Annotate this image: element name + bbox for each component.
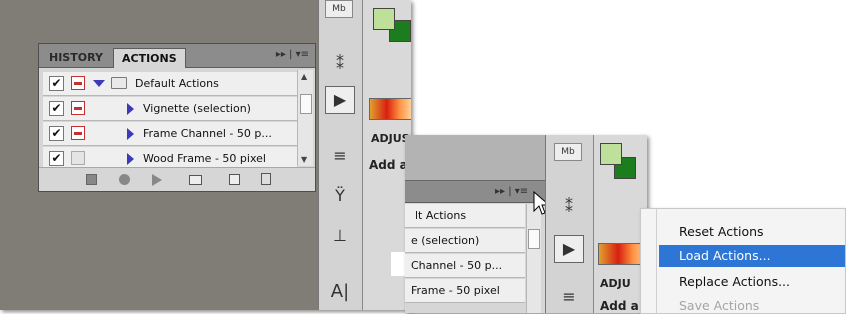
right-panel-area-crop: ADJU Add a xyxy=(593,135,647,313)
scroll-down-arrow-icon[interactable]: ▼ xyxy=(301,155,307,164)
menu-gutter-divider xyxy=(656,209,657,313)
panel-scrollbar[interactable]: ▲ ▼ xyxy=(297,70,313,166)
foreground-color-swatch[interactable] xyxy=(600,143,622,165)
foreground-color-swatch[interactable] xyxy=(373,8,395,30)
tab-history[interactable]: HISTORY xyxy=(41,48,111,68)
adjustments-tab-label[interactable]: ADJUS xyxy=(371,132,410,145)
new-action-icon[interactable] xyxy=(229,174,240,185)
action-label: Frame - 50 pixel xyxy=(411,284,500,297)
action-label: Frame Channel - 50 p... xyxy=(143,127,272,140)
clone-source-icon[interactable]: Ÿ xyxy=(325,182,355,210)
action-row[interactable]: ✔ Frame Channel - 50 p... xyxy=(43,122,297,146)
action-row[interactable]: Channel - 50 p... xyxy=(405,254,525,278)
action-label: e (selection) xyxy=(411,234,480,247)
new-set-icon[interactable] xyxy=(189,175,202,185)
dialog-toggle-icon[interactable] xyxy=(71,101,85,115)
scrollbar-thumb[interactable] xyxy=(528,229,540,249)
panel-flyout-menu: Reset Actions Load Actions... Replace Ac… xyxy=(640,208,846,314)
stop-icon[interactable] xyxy=(86,174,97,185)
mini-bridge-icon[interactable]: Mb xyxy=(325,0,353,18)
panel-tab-bar-crop: ▸▸ | ▾≡ xyxy=(405,181,545,203)
panel-tab-bar: HISTORY ACTIONS ▸▸ | ▾≡ xyxy=(39,44,315,68)
panel-dock-strip: Mb ⁑ ▶ ≡ Ÿ ⊥ A| xyxy=(318,0,362,310)
panel-footer xyxy=(39,167,315,191)
add-adjustment-label: Add a xyxy=(600,299,639,313)
history-panel-icon[interactable]: ⁑ xyxy=(325,50,355,78)
action-set-row[interactable]: lt Actions xyxy=(405,204,525,228)
action-label: Vignette (selection) xyxy=(143,102,251,115)
expand-triangle-icon[interactable] xyxy=(127,128,134,140)
tool-presets-icon[interactable]: ⊥ xyxy=(325,222,355,250)
panel-menu-zoom-screenshot: ▸▸ | ▾≡ lt Actions e (selection) Channel… xyxy=(405,135,647,313)
tab-actions[interactable]: ACTIONS xyxy=(113,48,186,68)
panel-menu-button[interactable]: ▸▸ | ▾≡ xyxy=(276,49,309,60)
toggle-item-checkbox[interactable]: ✔ xyxy=(49,151,64,166)
trash-icon[interactable] xyxy=(261,173,271,185)
dialog-toggle-icon[interactable] xyxy=(71,126,85,140)
actions-panel-crop: ▸▸ | ▾≡ lt Actions e (selection) Channel… xyxy=(405,180,545,313)
brush-presets-icon[interactable]: ≡ xyxy=(554,283,584,311)
action-row[interactable]: e (selection) xyxy=(405,229,525,253)
action-row[interactable]: ✔ Vignette (selection) xyxy=(43,97,297,121)
menu-item-load-actions[interactable]: Load Actions... xyxy=(659,245,845,267)
panel-dock-strip-crop: Mb ⁑ ▶ ≡ xyxy=(545,135,593,313)
action-set-label: Default Actions xyxy=(135,77,219,90)
action-label: Channel - 50 p... xyxy=(411,259,503,272)
gradient-preview[interactable] xyxy=(369,98,411,120)
panel-scrollbar[interactable] xyxy=(526,204,541,313)
scrollbar-thumb[interactable] xyxy=(300,94,312,114)
menu-item-replace-actions[interactable]: Replace Actions... xyxy=(659,271,845,293)
action-row[interactable]: Frame - 50 pixel xyxy=(405,279,525,303)
menu-item-save-actions: Save Actions xyxy=(679,298,760,313)
actions-panel-screenshot: HISTORY ACTIONS ▸▸ | ▾≡ ✔ Default Action… xyxy=(0,0,411,310)
expand-triangle-icon[interactable] xyxy=(127,153,134,165)
actions-panel-icon[interactable]: ▶ xyxy=(325,86,355,114)
actions-panel: HISTORY ACTIONS ▸▸ | ▾≡ ✔ Default Action… xyxy=(38,43,316,192)
actions-panel-icon[interactable]: ▶ xyxy=(554,235,584,263)
add-adjustment-label: Add a xyxy=(369,158,408,172)
toggle-item-checkbox[interactable]: ✔ xyxy=(49,126,64,141)
expand-triangle-icon[interactable] xyxy=(93,80,105,87)
toggle-item-checkbox[interactable]: ✔ xyxy=(49,76,64,91)
panel-menu-button[interactable]: ▸▸ | ▾≡ xyxy=(495,186,528,197)
action-label: Wood Frame - 50 pixel xyxy=(143,152,266,165)
action-set-label: lt Actions xyxy=(415,209,467,222)
toggle-item-checkbox[interactable]: ✔ xyxy=(49,101,64,116)
character-panel-icon[interactable]: A| xyxy=(325,278,355,306)
dialog-toggle-icon[interactable] xyxy=(71,76,85,90)
record-icon[interactable] xyxy=(119,174,130,185)
expand-triangle-icon[interactable] xyxy=(127,103,134,115)
folder-icon xyxy=(111,77,127,89)
action-set-row[interactable]: ✔ Default Actions xyxy=(43,72,297,96)
scroll-up-arrow-icon[interactable]: ▲ xyxy=(301,72,307,81)
dialog-toggle-icon[interactable] xyxy=(71,151,85,165)
history-panel-icon[interactable]: ⁑ xyxy=(554,193,584,221)
right-panel-area: ADJUS Add a xyxy=(362,0,411,310)
brush-presets-icon[interactable]: ≡ xyxy=(325,142,355,170)
mini-bridge-icon[interactable]: Mb xyxy=(554,143,582,161)
menu-item-reset-actions[interactable]: Reset Actions xyxy=(659,221,845,243)
adjustments-tab-label[interactable]: ADJU xyxy=(600,277,631,290)
play-icon[interactable] xyxy=(152,174,162,186)
